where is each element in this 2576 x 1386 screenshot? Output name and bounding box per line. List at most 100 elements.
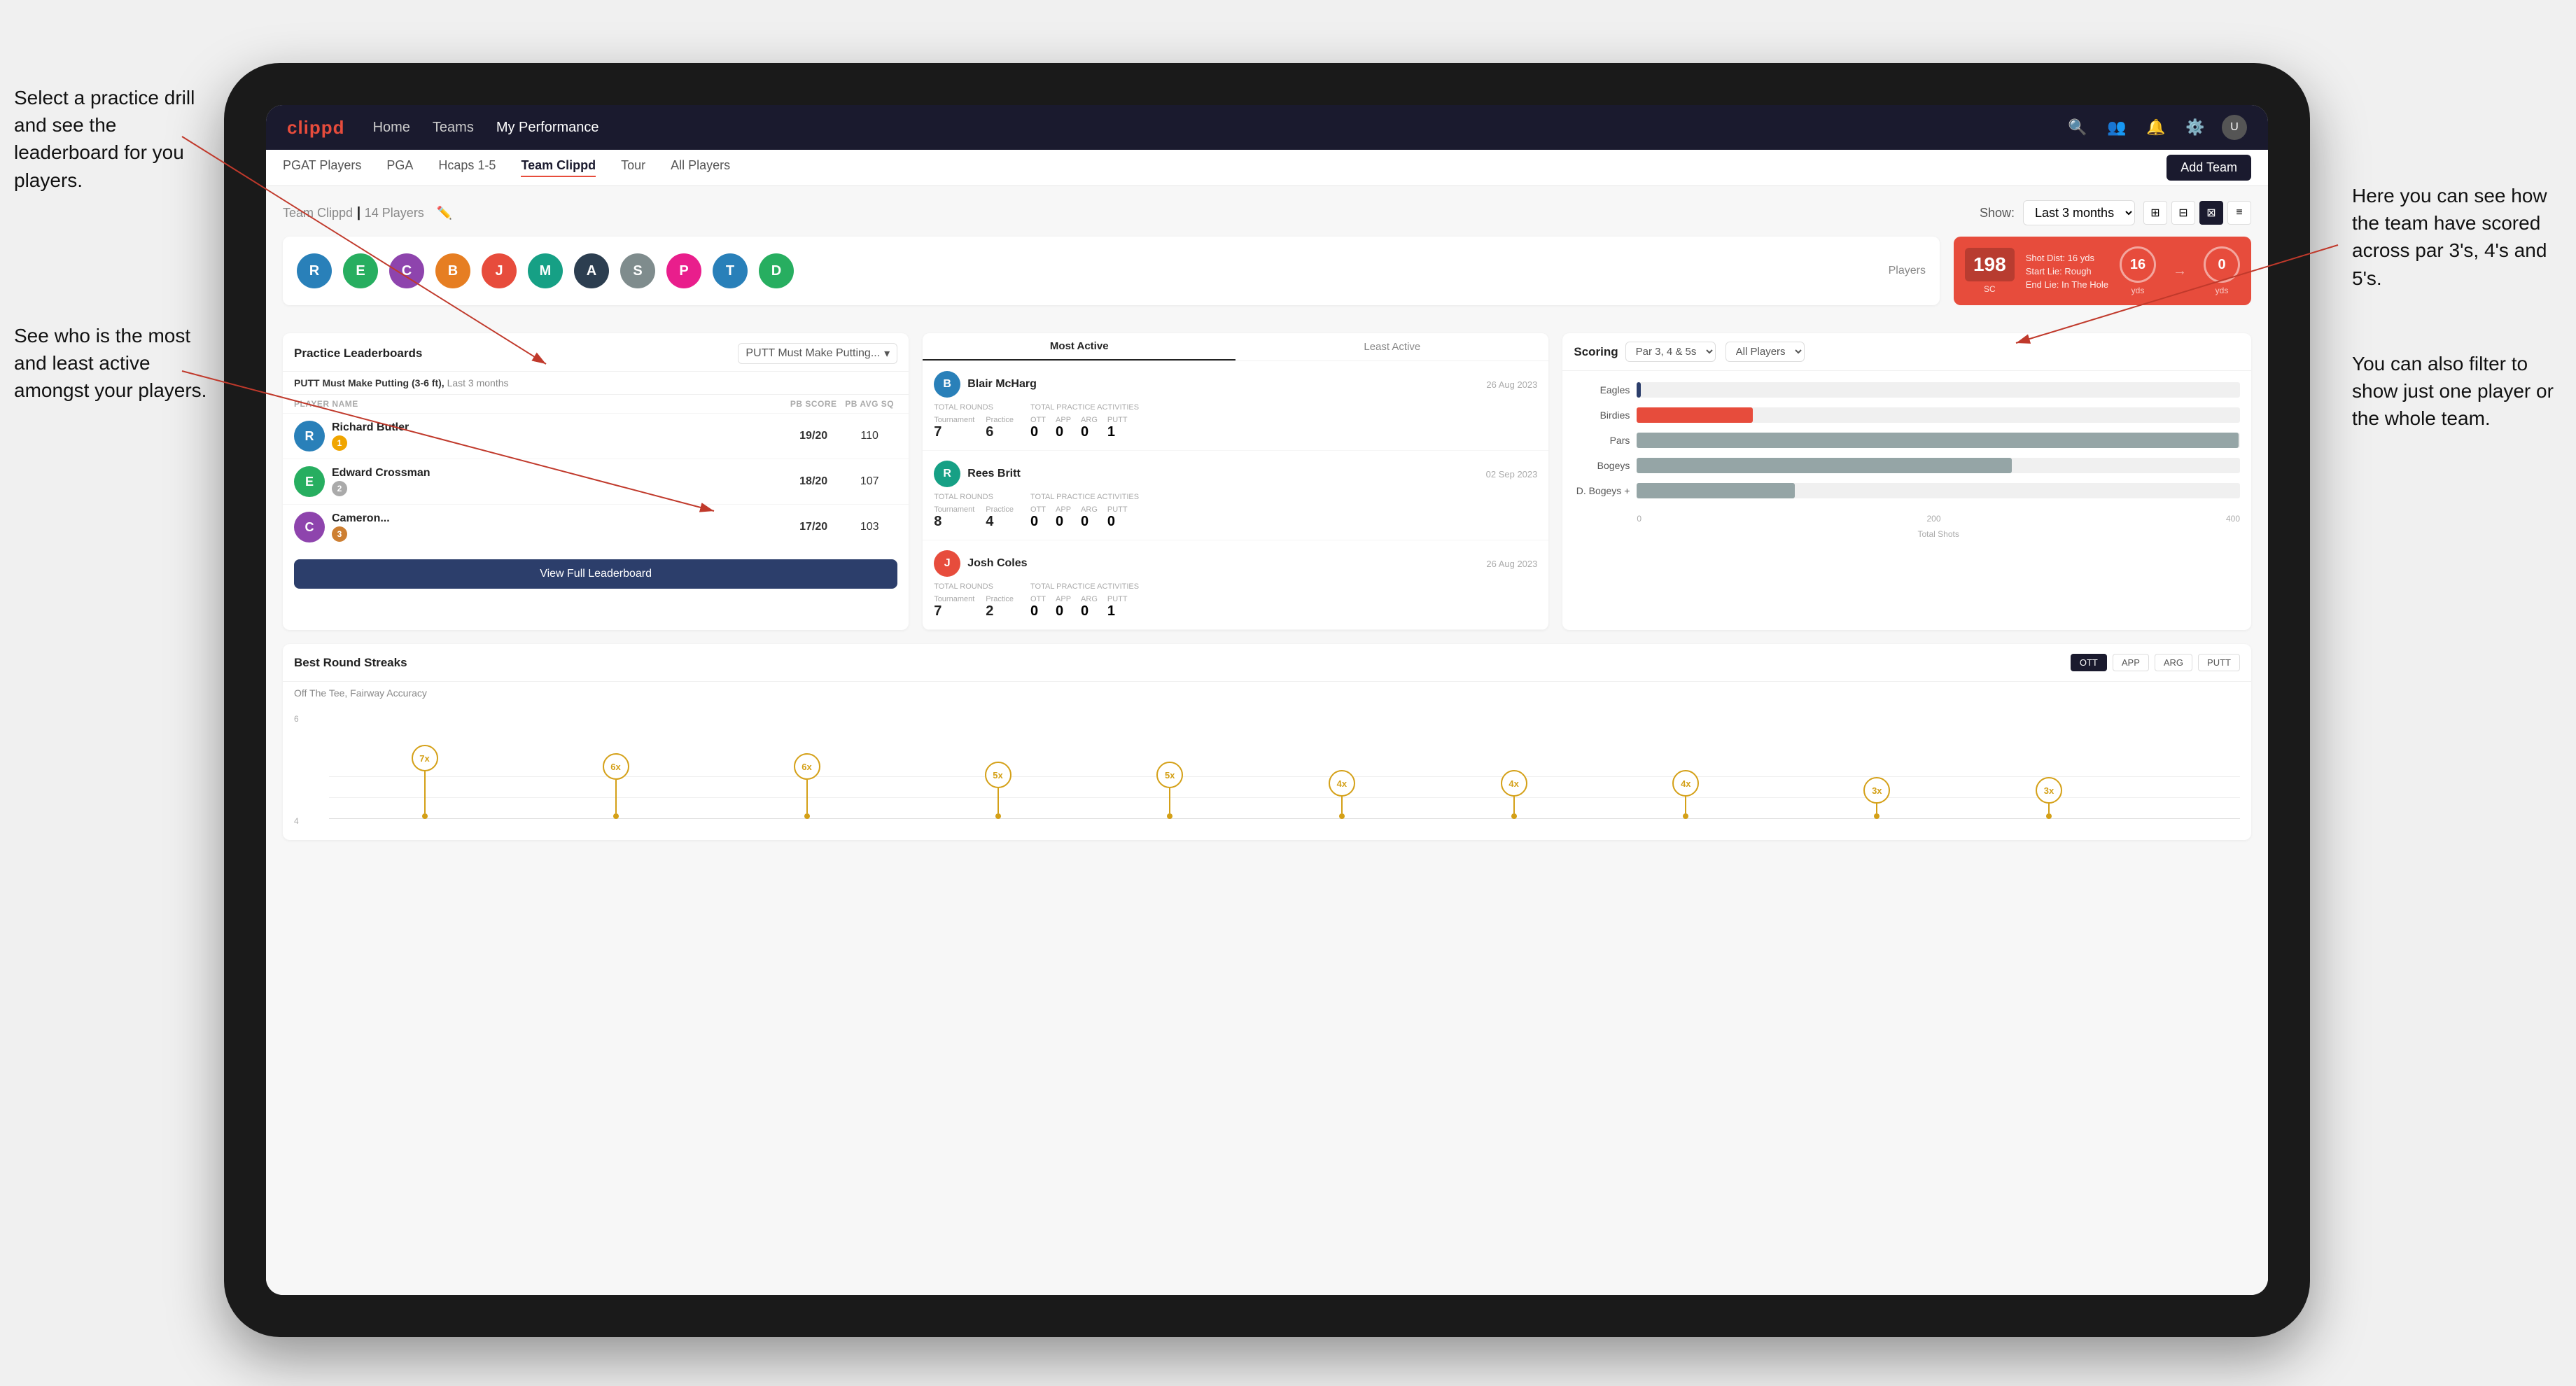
streak-filter-ott[interactable]: OTT	[2071, 654, 2107, 671]
practice-activities-group-1: Total Practice Activities OTT0 APP0 ARG0…	[1030, 403, 1139, 440]
avatar[interactable]: U	[2222, 115, 2247, 140]
settings-icon[interactable]: ⚙️	[2183, 115, 2208, 140]
annotation-bottom-left: See who is the most and least active amo…	[14, 322, 210, 405]
show-label: Show:	[1980, 206, 2015, 220]
practice-activities-group-3: Total Practice Activities OTT0 APP0 ARG0…	[1030, 582, 1139, 620]
streak-bubble-9: 3x	[1863, 777, 1890, 804]
streak-bubble-1: 7x	[412, 745, 438, 771]
lb-player-1[interactable]: R Richard Butler 1	[294, 421, 785, 451]
lb-player-2[interactable]: E Edward Crossman 2	[294, 466, 785, 497]
leaderboard-subtitle: PUTT Must Make Putting (3-6 ft), Last 3 …	[283, 372, 909, 395]
player-avatar-5[interactable]: J	[482, 253, 517, 288]
lb-row-1: R Richard Butler 1 19/20 110	[283, 413, 909, 458]
player-avatar-6[interactable]: M	[528, 253, 563, 288]
streak-bubble-2: 6x	[603, 753, 629, 780]
navbar: clippd Home Teams My Performance 🔍 👥 🔔 ⚙…	[266, 105, 2268, 150]
activity-player-row-3: J Josh Coles 26 Aug 2023	[934, 550, 1537, 577]
bar-row-pars: Pars 499	[1574, 433, 2240, 448]
least-active-toggle[interactable]: Least Active	[1236, 333, 1548, 360]
practice-stat-1: Practice 6	[986, 416, 1014, 440]
streak-point-2: 6x	[603, 753, 629, 819]
streaks-panel: Best Round Streaks OTT APP ARG PUTT Off …	[283, 644, 2251, 840]
chart-x-axis: 0200400	[1574, 508, 2240, 526]
bar-row-dbogeys: D. Bogeys + 131	[1574, 483, 2240, 498]
lb-badge-silver: 2	[332, 481, 347, 496]
activity-card-2: R Rees Britt 02 Sep 2023 Total Rounds To…	[923, 451, 1548, 540]
highlight-info: Shot Dist: 16 yds Start Lie: Rough End L…	[2026, 253, 2108, 290]
most-active-toggle[interactable]: Most Active	[923, 333, 1236, 360]
shot-dist: Shot Dist: 16 yds	[2026, 253, 2108, 263]
nav-icons: 🔍 👥 🔔 ⚙️ U	[2065, 115, 2247, 140]
bar-inner-bogeys	[1637, 458, 2012, 473]
player-avatar-10[interactable]: T	[713, 253, 748, 288]
activity-name-3: Josh Coles	[967, 557, 1479, 570]
add-team-button[interactable]: Add Team	[2166, 155, 2251, 181]
bar-inner-eagles	[1637, 382, 1640, 398]
view-grid3-btn[interactable]: ⊟	[2171, 201, 2195, 225]
lb-avatar-2: E	[294, 466, 325, 497]
leaderboard-dropdown[interactable]: PUTT Must Make Putting... ▾	[738, 343, 897, 364]
streak-filter-arg[interactable]: ARG	[2155, 654, 2192, 671]
subnav-pgat[interactable]: PGAT Players	[283, 158, 361, 177]
player-avatar-3[interactable]: C	[389, 253, 424, 288]
activity-date-3: 26 Aug 2023	[1486, 559, 1537, 569]
activity-avatar-2: R	[934, 461, 960, 487]
lb-player-3[interactable]: C Cameron... 3	[294, 512, 785, 542]
three-columns: Practice Leaderboards PUTT Must Make Put…	[283, 333, 2251, 630]
player-avatar-2[interactable]: E	[343, 253, 378, 288]
subnav-hcaps[interactable]: Hcaps 1-5	[438, 158, 496, 177]
tournament-stat-1: Tournament 7	[934, 416, 974, 440]
lb-row-2: E Edward Crossman 2 18/20 107	[283, 458, 909, 504]
view-icons: ⊞ ⊟ ⊠ ≡	[2143, 201, 2251, 225]
scoring-par-filter[interactable]: Par 3, 4 & 5s	[1625, 342, 1716, 362]
show-select[interactable]: Last 3 months	[2023, 200, 2135, 225]
player-avatar-9[interactable]: P	[666, 253, 701, 288]
bell-icon[interactable]: 🔔	[2143, 115, 2169, 140]
start-lie: Start Lie: Rough	[2026, 266, 2108, 276]
streak-point-8: 4x	[1672, 770, 1699, 819]
subnav-team-clippd[interactable]: Team Clippd	[521, 158, 596, 177]
practice-leaderboards-panel: Practice Leaderboards PUTT Must Make Put…	[283, 333, 909, 630]
streak-point-5: 5x	[1156, 762, 1183, 819]
edit-icon[interactable]: ✏️	[437, 206, 452, 220]
practice-activities-group-2: Total Practice Activities OTT0 APP0 ARG0…	[1030, 493, 1139, 530]
scoring-players-filter[interactable]: All Players	[1726, 342, 1805, 362]
view-full-leaderboard-button[interactable]: View Full Leaderboard	[294, 559, 897, 589]
view-grid4-btn[interactable]: ⊠	[2199, 201, 2223, 225]
search-icon[interactable]: 🔍	[2065, 115, 2090, 140]
bar-inner-pars	[1637, 433, 2239, 448]
people-icon[interactable]: 👥	[2104, 115, 2129, 140]
player-avatar-8[interactable]: S	[620, 253, 655, 288]
bar-outer-birdies: 96	[1637, 407, 2240, 423]
team-name: Team Clippd | 14 Players	[283, 205, 424, 221]
player-avatar-11[interactable]: D	[759, 253, 794, 288]
lb-badge-gold: 1	[332, 435, 347, 451]
bar-inner-birdies	[1637, 407, 1752, 423]
highlight-badge: 198	[1965, 248, 2015, 281]
nav-link-home[interactable]: Home	[373, 120, 410, 136]
player-avatar-7[interactable]: A	[574, 253, 609, 288]
activity-avatar-1: B	[934, 371, 960, 398]
activity-card-3: J Josh Coles 26 Aug 2023 Total Rounds To…	[923, 540, 1548, 630]
player-avatar-4[interactable]: B	[435, 253, 470, 288]
circle-1: 16 yds	[2120, 246, 2156, 295]
streak-filter-putt[interactable]: PUTT	[2198, 654, 2240, 671]
streak-bubble-8: 4x	[1672, 770, 1699, 797]
subnav-pga[interactable]: PGA	[386, 158, 413, 177]
total-rounds-group-1: Total Rounds Tournament 7 Practice 6	[934, 403, 1014, 440]
view-grid2-btn[interactable]: ⊞	[2143, 201, 2167, 225]
bar-outer-dbogeys: 131	[1637, 483, 2240, 498]
bar-row-bogeys: Bogeys 311	[1574, 458, 2240, 473]
activity-name-2: Rees Britt	[967, 468, 1478, 480]
streak-filter-app[interactable]: APP	[2113, 654, 2149, 671]
streaks-title: Best Round Streaks	[294, 656, 407, 670]
subnav-tour[interactable]: Tour	[621, 158, 645, 177]
bar-outer-bogeys: 311	[1637, 458, 2240, 473]
subnav-all-players[interactable]: All Players	[671, 158, 730, 177]
scoring-panel: Scoring Par 3, 4 & 5s All Players Eagles	[1562, 333, 2251, 630]
scoring-header: Scoring Par 3, 4 & 5s All Players	[1562, 333, 2251, 371]
view-list-btn[interactable]: ≡	[2227, 201, 2251, 225]
nav-link-teams[interactable]: Teams	[433, 120, 474, 136]
player-avatar-1[interactable]: R	[297, 253, 332, 288]
nav-link-performance[interactable]: My Performance	[496, 120, 599, 136]
